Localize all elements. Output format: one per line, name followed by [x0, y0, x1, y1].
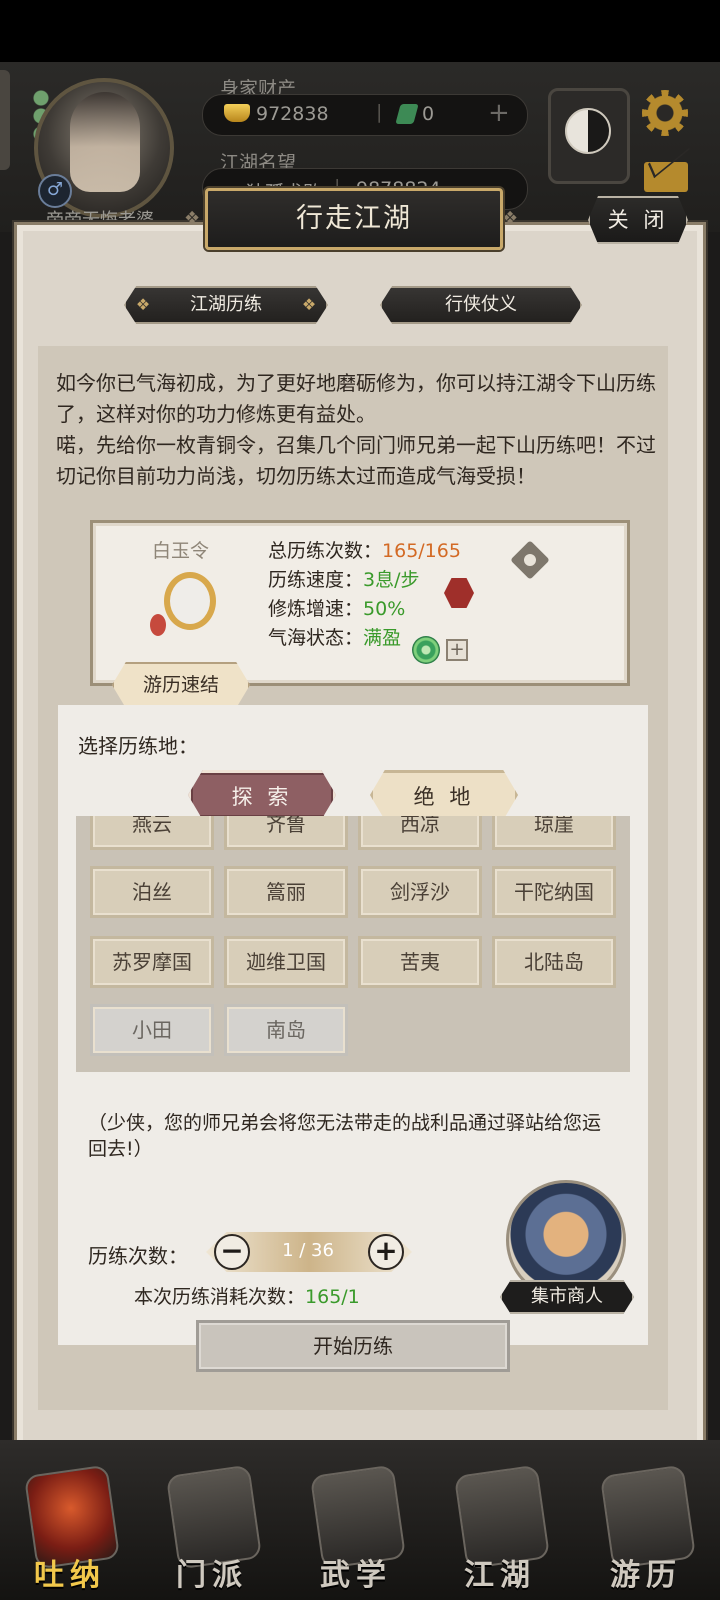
tab-chivalry[interactable]: 行侠仗义 [380, 286, 582, 324]
loot-note: （少侠，您的师兄弟会将您无法带走的战利品通过驿站给您运回去!） [88, 1112, 602, 1160]
nav-item-sect[interactable]: 门派 [152, 1450, 272, 1600]
tab-label: 江湖历练 [190, 294, 262, 315]
stat-label: 历练速度： [268, 569, 364, 591]
start-training-button[interactable]: 开始历练 [196, 1320, 510, 1372]
region-button[interactable]: 剑浮沙 [358, 866, 482, 918]
male-gender-icon: ♂ [38, 174, 72, 208]
stat-label: 总历练次数： [268, 540, 383, 562]
jade-amount: 0 [422, 103, 435, 125]
cost-row: 本次历练消耗次数：165/1 [134, 1282, 360, 1309]
region-button[interactable]: 泊丝 [90, 866, 214, 918]
stat-label: 气海状态： [268, 627, 364, 649]
close-button[interactable]: 关 闭 [588, 196, 688, 244]
stat-value: 3息/步 [363, 569, 420, 591]
merchant-button[interactable]: 集市商人 [500, 1280, 634, 1314]
qi-swirl-icon [412, 636, 440, 664]
count-value: 1 / 36 [282, 1240, 334, 1261]
intro-paragraph: 喏，先给你一枚青铜令，召集几个同门师兄弟一起下山历练吧！不过切记你目前功力尚浅，… [56, 433, 656, 488]
stat-qi-status: 气海状态：满盈 [268, 623, 401, 650]
nav-label: 游历 [610, 1558, 682, 1593]
token-ring [164, 572, 216, 630]
tab-label: 行侠仗义 [445, 294, 517, 315]
tab-jianghu-training[interactable]: ❖ 江湖历练 ❖ [124, 286, 328, 324]
region-button[interactable]: 齐鲁 [224, 816, 348, 850]
intro-text: 如今你已气海初成，为了更好地磨砺修为，你可以持江湖令下山历练了，这样对你的功力修… [56, 368, 666, 492]
stat-total-training: 总历练次数：165/165 [268, 536, 461, 563]
gold-ingot-icon [224, 104, 250, 122]
taiji-icon [565, 108, 611, 154]
stat-value: 165/165 [382, 540, 461, 562]
nav-label: 江湖 [464, 1558, 536, 1593]
dialog-title: 行走江湖 [205, 188, 503, 250]
quick-finish-button[interactable]: 游历速结 [112, 662, 250, 708]
tab-ornament-icon: ❖ [301, 295, 317, 314]
region-button-locked[interactable]: 小田 [90, 1004, 214, 1056]
region-button-locked[interactable]: 南岛 [224, 1004, 348, 1056]
stat-label: 修炼增速： [268, 598, 364, 620]
nav-item-martial-arts[interactable]: 武学 [296, 1450, 416, 1600]
region-grid[interactable]: 燕云 齐鲁 西凉 琼崖 泊丝 篙丽 剑浮沙 干陀纳国 苏罗摩国 迦维卫国 苦夷 … [76, 816, 630, 1072]
tab-ornament-icon: ❖ [135, 295, 151, 314]
region-button[interactable]: 琼崖 [492, 816, 616, 850]
cost-value: 165/1 [305, 1286, 360, 1308]
region-button[interactable]: 西凉 [358, 816, 482, 850]
currency-bar [202, 94, 528, 136]
region-button[interactable]: 苦夷 [358, 936, 482, 988]
mail-icon[interactable] [644, 162, 688, 192]
nav-item-travel[interactable]: 游历 [586, 1450, 706, 1600]
status-bar [0, 0, 720, 62]
decrease-button[interactable]: − [214, 1234, 250, 1270]
gold-amount: 972838 [256, 103, 329, 125]
cost-label: 本次历练消耗次数： [134, 1286, 306, 1308]
region-button[interactable]: 干陀纳国 [492, 866, 616, 918]
stat-cultivation-boost: 修炼增速：50% [268, 594, 405, 621]
region-button[interactable]: 苏罗摩国 [90, 936, 214, 988]
intro-paragraph: 如今你已气海初成，为了更好地磨砺修为，你可以持江湖令下山历练了，这样对你的功力修… [56, 371, 656, 426]
token-tassel [150, 614, 166, 636]
region-button[interactable]: 迦维卫国 [224, 936, 348, 988]
mode-perilous-button[interactable]: 绝 地 [370, 770, 518, 820]
add-qi-button[interactable]: + [446, 639, 468, 661]
nav-label: 吐纳 [34, 1558, 106, 1593]
nav-item-breathing[interactable]: 吐纳 [10, 1450, 130, 1600]
select-location-label: 选择历练地： [78, 734, 198, 758]
title-ornament-right-icon: ❖ [502, 208, 519, 229]
stat-training-speed: 历练速度：3息/步 [268, 565, 420, 592]
token-name: 白玉令 [152, 540, 210, 562]
add-currency-button[interactable]: + [488, 98, 510, 128]
nav-label: 武学 [320, 1558, 392, 1593]
nav-label: 门派 [176, 1558, 248, 1593]
region-button[interactable]: 燕云 [90, 816, 214, 850]
avatar-portrait [70, 92, 140, 192]
nav-item-jianghu[interactable]: 江湖 [440, 1450, 560, 1600]
currency-divider: | [376, 101, 383, 123]
gear-icon[interactable] [642, 90, 688, 136]
side-drawer-handle[interactable] [0, 70, 10, 170]
dialog-title-text: 行走江湖 [296, 203, 412, 234]
stat-value: 50% [363, 598, 406, 620]
region-button[interactable]: 北陆岛 [492, 936, 616, 988]
mode-explore-button[interactable]: 探 索 [188, 770, 336, 820]
region-button[interactable]: 篙丽 [224, 866, 348, 918]
training-count-label: 历练次数： [88, 1244, 188, 1268]
white-jade-token-icon [150, 570, 226, 640]
stat-value: 满盈 [363, 627, 402, 649]
increase-button[interactable]: + [368, 1234, 404, 1270]
